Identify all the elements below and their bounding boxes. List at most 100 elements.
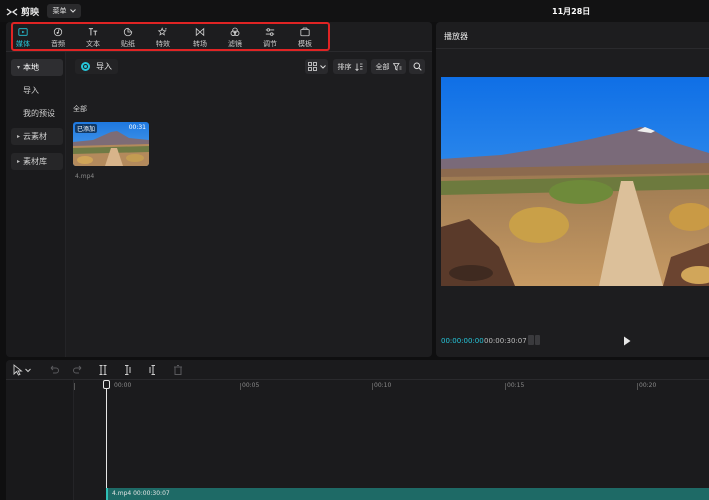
chevron-down-icon	[69, 9, 76, 13]
clip-duration: 00:31	[128, 124, 146, 131]
timeline-panel: 00:00 00:05 00:10 00:15 00:20 4.mp4 00:0…	[6, 360, 709, 500]
tab-text[interactable]: 文本	[76, 25, 110, 49]
ruler-tick	[637, 383, 638, 390]
trim-right-icon[interactable]	[146, 364, 158, 376]
tab-filter[interactable]: 滤镜	[218, 25, 252, 49]
video-preview[interactable]	[441, 77, 709, 286]
divider	[436, 48, 709, 49]
filter-icon	[230, 27, 240, 36]
search-button[interactable]	[409, 59, 425, 74]
nav-item-import[interactable]: 导入	[11, 82, 63, 99]
tab-text-label: 文本	[86, 40, 100, 48]
tab-effects[interactable]: 特效	[146, 25, 180, 49]
play-icon[interactable]	[622, 335, 632, 347]
clip-label: 4.mp4 00:00:30:07	[112, 490, 170, 497]
ruler-label: 00:05	[242, 382, 260, 389]
import-icon	[81, 62, 90, 71]
ruler-label: 00:20	[639, 382, 657, 389]
tab-audio-label: 音频	[51, 40, 65, 48]
tab-filter-label: 滤镜	[228, 40, 242, 48]
video-clip[interactable]: 4.mp4 00:00:30:07	[106, 488, 709, 500]
import-label: 导入	[96, 62, 112, 71]
grid-view-icon	[307, 62, 317, 71]
nav-item-local-label: 本地	[23, 63, 40, 72]
nav-item-presets-label: 我的预设	[23, 109, 55, 118]
transition-icon	[195, 27, 205, 37]
tab-transition[interactable]: 转场	[183, 25, 217, 49]
tab-audio[interactable]: 音频	[41, 25, 75, 49]
playhead[interactable]	[106, 382, 107, 500]
desert-volcano-landscape-image	[441, 77, 709, 286]
undo-icon[interactable]	[48, 364, 60, 376]
ruler-label: 00:00	[114, 382, 132, 389]
delete-icon[interactable]	[172, 364, 184, 376]
tab-transition-label: 转场	[193, 40, 207, 48]
media-thumbnail[interactable]: 已添加 00:31	[73, 122, 149, 166]
nav-item-cloud-label: 云素材	[23, 132, 48, 141]
title-bar: 剪映 菜单 11月28日	[0, 0, 709, 22]
player-panel: 播放器 00:00:00:00 00:00:30:07	[436, 22, 709, 357]
filter-button[interactable]: 全部	[371, 59, 406, 74]
tab-media-label: 媒体	[16, 40, 30, 48]
timeline-toolbar	[6, 360, 709, 380]
trim-left-icon[interactable]	[122, 364, 134, 376]
added-badge: 已添加	[75, 124, 98, 133]
filter-label: 全部	[375, 62, 390, 71]
media-panel: 媒体 音频 文本 贴纸 特效 转场 滤镜 调节 模板 ▾ 本地 导入 我的预设 …	[6, 22, 432, 357]
menu-button[interactable]: 菜单	[47, 4, 81, 18]
ruler-label: 00:15	[507, 382, 525, 389]
nav-item-presets[interactable]: 我的预设	[11, 105, 63, 122]
select-cursor-icon[interactable]	[12, 364, 24, 376]
template-icon	[300, 27, 310, 37]
chevron-down-icon[interactable]	[24, 364, 32, 376]
text-icon	[88, 28, 98, 36]
view-mode-button[interactable]	[305, 59, 328, 74]
section-label: 全部	[73, 105, 87, 113]
tab-template-label: 模板	[298, 40, 312, 48]
sticker-icon	[123, 27, 133, 37]
tab-adjust-label: 调节	[263, 40, 277, 48]
ruler-tick	[240, 383, 241, 390]
media-icon	[18, 28, 28, 36]
ruler-tick	[372, 383, 373, 390]
import-button[interactable]: 导入	[75, 59, 118, 74]
triangle-right-icon: ▸	[17, 158, 21, 165]
app-logo: 剪映	[6, 5, 39, 18]
left-nav: ▾ 本地 导入 我的预设 ▸ 云素材 ▸ 素材库	[6, 52, 66, 357]
ruler-tick	[74, 383, 75, 390]
ruler-label: 00:10	[374, 382, 392, 389]
sort-button[interactable]: 排序	[333, 59, 367, 74]
nav-item-cloud[interactable]: ▸ 云素材	[11, 128, 63, 145]
menu-label: 菜单	[52, 7, 67, 15]
total-time: 00:00:30:07	[484, 337, 527, 345]
audio-icon	[53, 27, 63, 37]
clip-filename: 4.mp4	[75, 173, 95, 180]
tab-sticker[interactable]: 贴纸	[111, 25, 145, 49]
tab-template[interactable]: 模板	[288, 25, 322, 49]
tab-adjust[interactable]: 调节	[253, 25, 287, 49]
nav-item-library[interactable]: ▸ 素材库	[11, 153, 63, 170]
capcut-logo-icon	[6, 7, 18, 16]
effects-icon	[157, 27, 168, 36]
timeline-ruler: 00:00 00:05 00:10 00:15 00:20	[74, 380, 709, 394]
redo-icon[interactable]	[72, 364, 84, 376]
player-title: 播放器	[444, 32, 468, 41]
triangle-right-icon: ▸	[17, 133, 21, 140]
split-icon[interactable]	[97, 364, 109, 376]
sort-icon	[354, 63, 362, 71]
asset-toolbar: 媒体 音频 文本 贴纸 特效 转场 滤镜 调节 模板	[6, 22, 432, 52]
project-title: 11月28日	[552, 7, 591, 16]
tab-effects-label: 特效	[156, 40, 170, 48]
triangle-down-icon: ▾	[17, 64, 21, 71]
tab-media[interactable]: 媒体	[6, 25, 40, 49]
nav-item-local[interactable]: ▾ 本地	[11, 59, 63, 76]
app-name: 剪映	[21, 8, 40, 18]
search-icon	[413, 62, 422, 71]
media-content: 导入 排序 全部 全部 已添加 00:31 4.mp4	[66, 52, 432, 357]
ruler-tick	[505, 383, 506, 390]
level-meter	[528, 335, 540, 345]
nav-item-import-label: 导入	[23, 86, 39, 95]
track-header-area	[6, 380, 74, 500]
current-time: 00:00:00:00	[441, 337, 484, 345]
playhead-handle[interactable]	[103, 380, 110, 389]
